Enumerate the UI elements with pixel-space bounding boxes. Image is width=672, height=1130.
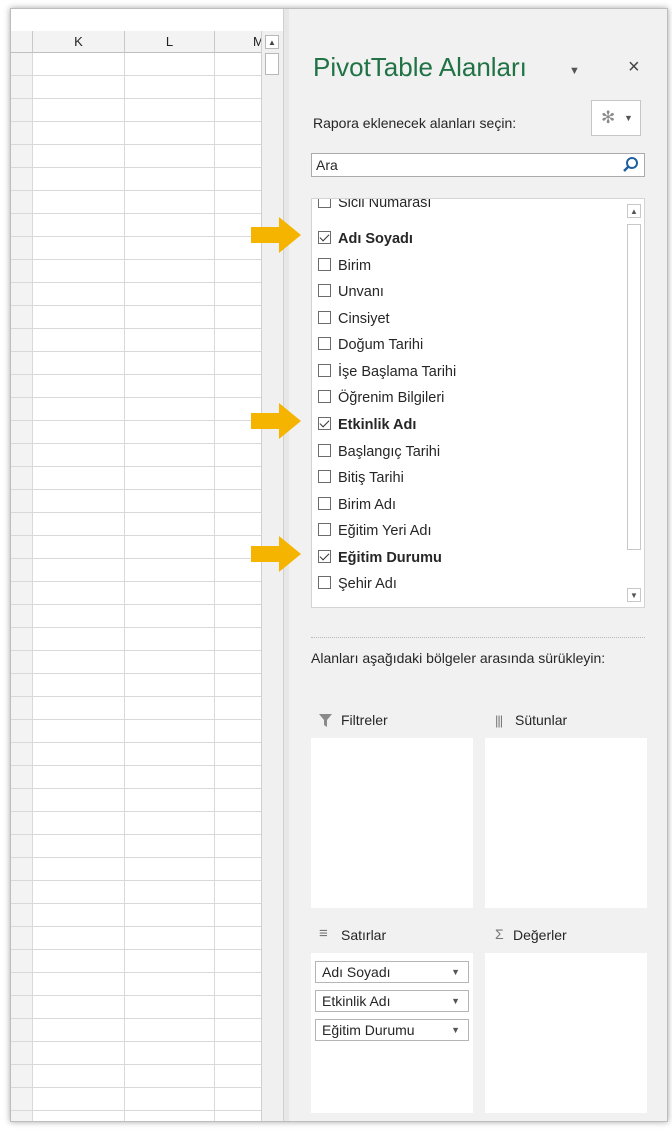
filters-area-label: Filtreler [341,712,388,728]
checkbox[interactable] [318,199,331,208]
row-field-pill[interactable]: Eğitim Durumu ▼ [315,1019,469,1041]
row-field-pill[interactable]: Etkinlik Adı ▼ [315,990,469,1012]
drag-fields-label: Alanları aşağıdaki bölgeler arasında sür… [311,650,606,666]
pane-options-dropdown-icon[interactable]: ▼ [569,65,580,77]
field-item-bitis-tarihi[interactable]: Bitiş Tarihi [318,468,404,488]
checkbox[interactable] [318,496,331,510]
values-drop-zone[interactable] [485,953,647,1113]
column-k-cells[interactable] [33,53,125,1121]
scroll-down-icon[interactable]: ▼ [627,588,641,602]
scroll-up-icon[interactable]: ▲ [627,204,641,218]
chevron-down-icon: ▼ [624,113,633,123]
checkbox[interactable] [318,443,331,457]
field-item-birim-adi[interactable]: Birim Adı [318,495,396,515]
row-field-pill[interactable]: Adı Soyadı ▼ [315,961,469,983]
divider [311,637,645,638]
field-item-birim[interactable]: Birim [318,256,371,276]
checkbox[interactable] [318,416,331,430]
column-m-cells[interactable] [215,53,261,1121]
sigma-icon: Σ [495,926,504,942]
row-header-strip [11,53,33,1121]
field-item-cinsiyet[interactable]: Cinsiyet [318,309,390,329]
sheet-vertical-scrollbar[interactable]: ▲ [261,31,283,1121]
column-header-m[interactable]: M [215,31,261,53]
values-area-label: Değerler [513,927,567,943]
spreadsheet-grid[interactable]: K L M [11,9,261,1121]
field-item-adi-soyadi[interactable]: Adı Soyadı [318,229,413,249]
chevron-down-icon[interactable]: ▼ [451,1020,460,1040]
field-list-scrollbar[interactable]: ▲ ▼ [625,200,643,606]
checkbox[interactable] [318,283,331,297]
field-item-ise-baslama-tarihi[interactable]: İşe Başlama Tarihi [318,362,456,382]
pane-title: PivotTable Alanları [313,52,527,82]
search-placeholder: Ara [316,157,338,173]
highlight-arrow-icon [251,217,301,253]
search-input[interactable]: Ara [311,153,645,177]
checkbox[interactable] [318,389,331,403]
field-item-ogrenim-bilgileri[interactable]: Öğrenim Bilgileri [318,388,444,408]
field-item-etkinlik-adi[interactable]: Etkinlik Adı [318,415,416,435]
close-icon[interactable]: × [628,56,640,79]
field-item-sicil-numarasi[interactable]: Sicil Numarası [318,199,431,213]
chevron-down-icon[interactable]: ▼ [451,962,460,982]
checkbox[interactable] [318,257,331,271]
checkbox[interactable] [318,522,331,536]
gear-icon: ✻ [601,108,616,127]
columns-icon: ||| [495,713,503,728]
columns-drop-zone[interactable] [485,738,647,908]
field-list[interactable]: Sicil Numarası Adı Soyadı Birim Unvanı C… [311,198,645,608]
rows-area-label: Satırlar [341,927,387,943]
checkbox[interactable] [318,363,331,377]
field-item-baslangic-tarihi[interactable]: Başlangıç Tarihi [318,442,440,462]
rows-icon: ≡ [319,925,328,942]
chevron-down-icon[interactable]: ▼ [451,991,460,1011]
scrollbar-thumb[interactable] [265,53,279,75]
field-item-unvani[interactable]: Unvanı [318,282,384,302]
columns-area-label: Sütunlar [515,712,568,728]
field-item-egitim-yeri-adi[interactable]: Eğitim Yeri Adı [318,521,432,541]
scroll-up-arrow-icon[interactable]: ▲ [265,35,279,49]
corner-cell [11,31,33,53]
field-list-scroll-thumb[interactable] [627,224,641,550]
column-header-k[interactable]: K [33,31,125,53]
excel-window: K L M ▲ PivotTable Alanları ▼ × Rapora e… [10,8,668,1122]
highlight-arrow-icon [251,403,301,439]
field-item-sehir-adi[interactable]: Şehir Adı [318,574,397,594]
checkbox[interactable] [318,310,331,324]
field-item-egitim-durumu[interactable]: Eğitim Durumu [318,548,442,568]
choose-fields-label: Rapora eklenecek alanları seçin: [313,115,517,131]
pivottable-fields-pane: PivotTable Alanları ▼ × Rapora eklenecek… [289,9,667,1121]
column-header-l[interactable]: L [125,31,215,53]
checkbox[interactable] [318,469,331,483]
checkbox[interactable] [318,336,331,350]
search-icon[interactable] [621,155,641,175]
checkbox[interactable] [318,549,331,563]
column-l-cells[interactable] [125,53,215,1121]
filter-funnel-icon [319,714,332,727]
highlight-arrow-icon [251,536,301,572]
checkbox[interactable] [318,575,331,589]
tools-button[interactable]: ✻ ▼ [591,100,641,136]
field-item-dogum-tarihi[interactable]: Doğum Tarihi [318,335,423,355]
filters-drop-zone[interactable] [311,738,473,908]
checkbox[interactable] [318,230,331,244]
